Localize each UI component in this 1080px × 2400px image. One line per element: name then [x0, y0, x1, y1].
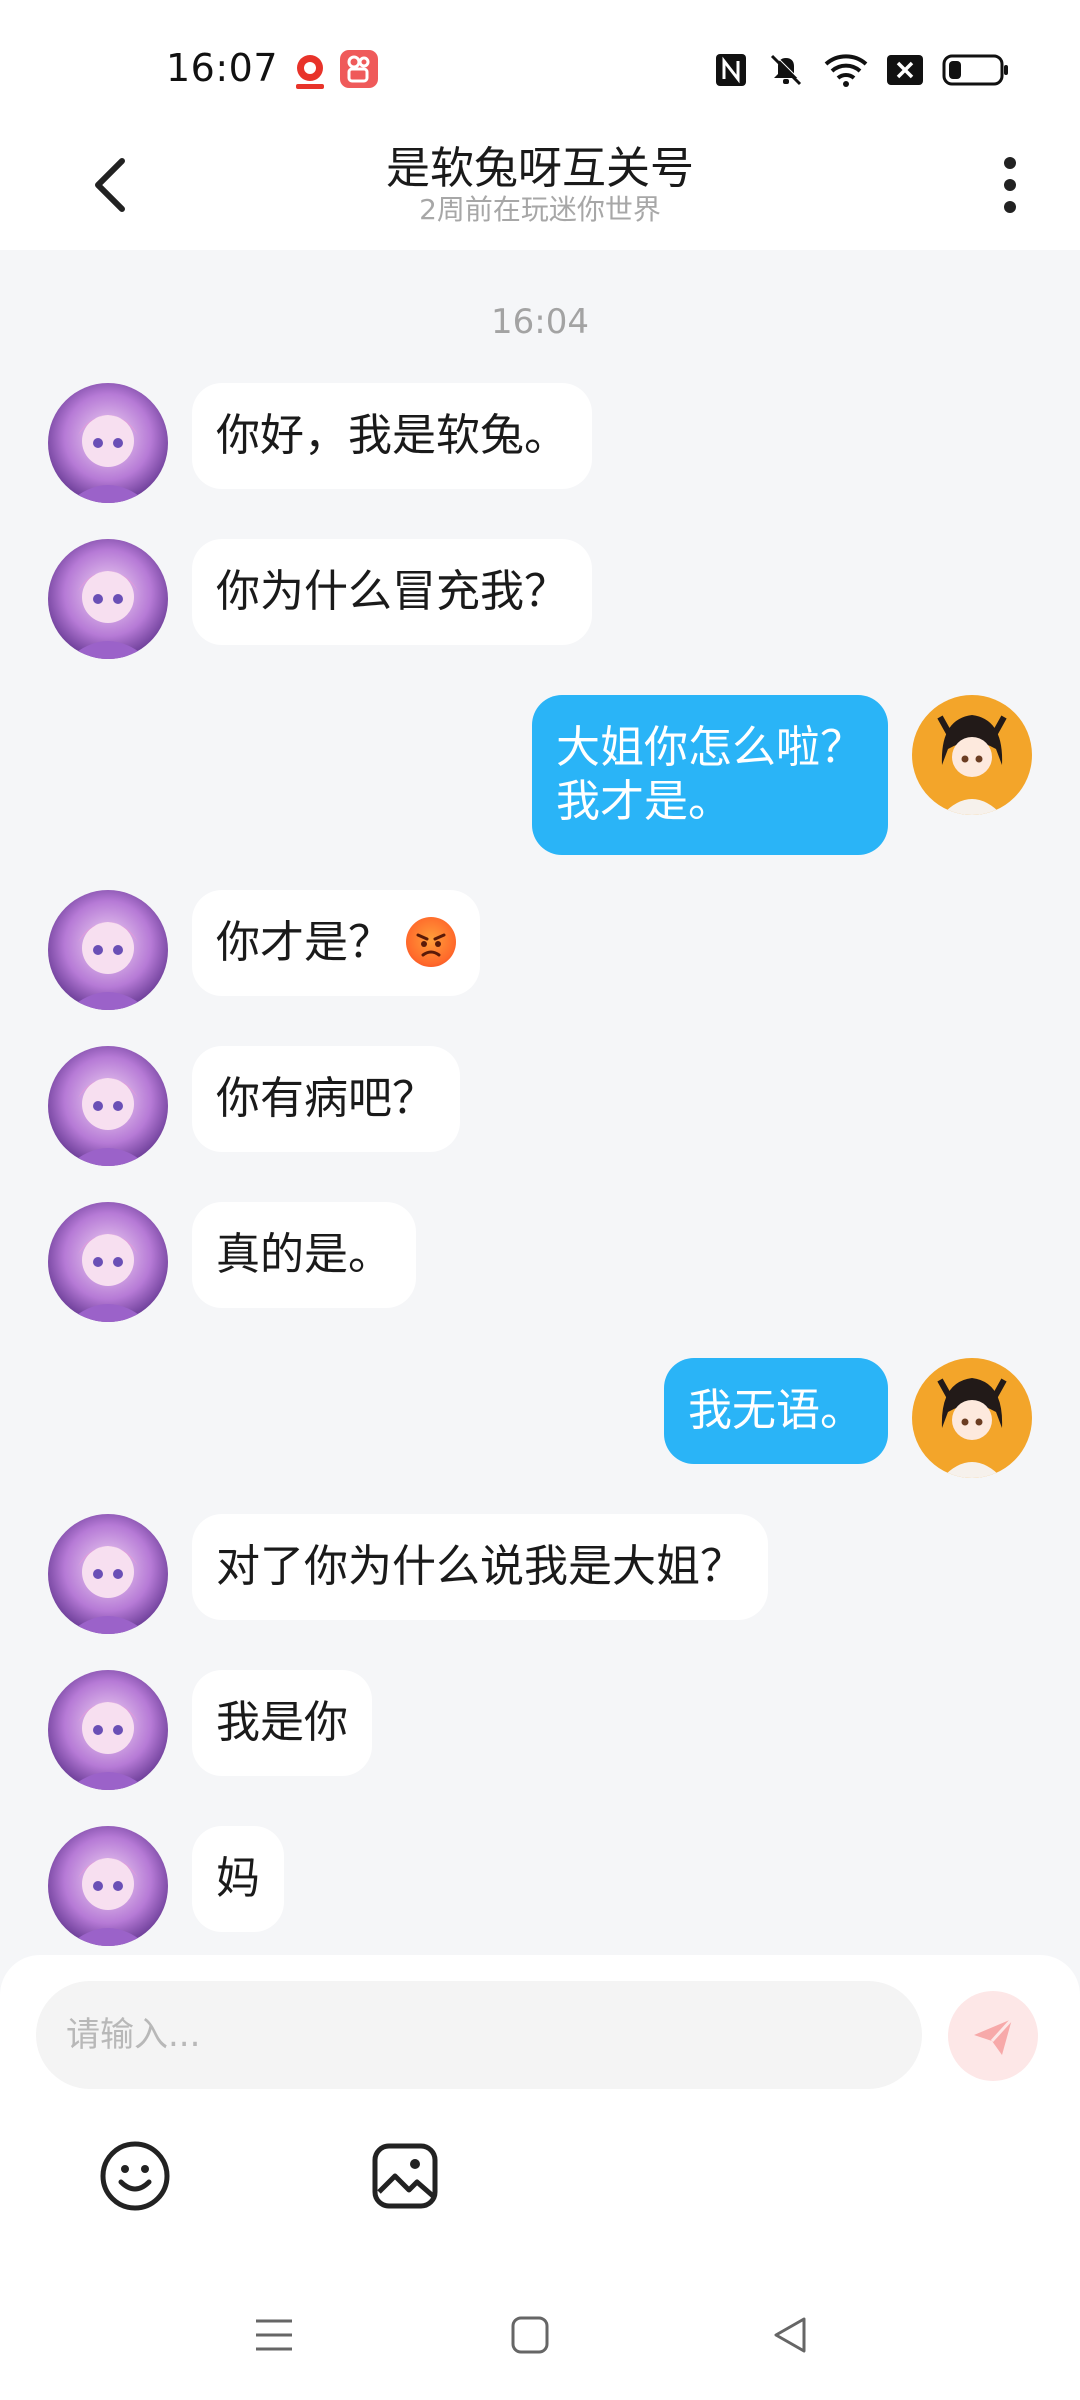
message-text: 对了你为什么说我是大姐？: [216, 1541, 744, 1592]
message-text: 你好，我是软兔。: [216, 410, 568, 461]
contact-avatar[interactable]: [48, 890, 168, 1010]
status-icons: [714, 50, 1010, 90]
send-icon: [974, 2017, 1014, 2055]
message-text: 你为什么冒充我？: [216, 566, 568, 617]
contact-avatar[interactable]: [48, 1202, 168, 1322]
home-icon: [511, 2316, 549, 2354]
status-bar: 16:07: [0, 0, 1080, 120]
contact-avatar[interactable]: [48, 539, 168, 659]
chat-area[interactable]: 16:04 你好，我是软兔。 你为什么冒充我？ 大姐你怎么啦？ 我才是。你才是？ 你有…: [0, 250, 1080, 1960]
send-button[interactable]: [948, 1991, 1038, 2081]
message-timestamp: 16:04: [491, 302, 589, 342]
back-icon: [774, 2317, 806, 2353]
message-text: 你有病吧？: [216, 1073, 436, 1124]
emoji-icon: [100, 2141, 170, 2211]
status-time: 16:07: [166, 46, 279, 90]
nav-back-button[interactable]: [750, 2300, 830, 2370]
nav-home-button[interactable]: [490, 2300, 570, 2370]
kuaishou-app-icon: [340, 50, 378, 88]
received-message-bubble[interactable]: 你为什么冒充我？: [192, 539, 592, 645]
received-message-bubble[interactable]: 妈: [192, 1826, 284, 1932]
my-avatar[interactable]: [912, 1358, 1032, 1478]
app-notification-icon: [296, 55, 324, 89]
nfc-icon: [716, 54, 746, 86]
message-text: 我无语。: [688, 1385, 864, 1436]
contact-status: 2周前在玩迷你世界: [419, 193, 661, 226]
received-message-bubble[interactable]: 对了你为什么说我是大姐？: [192, 1514, 768, 1620]
sent-message-bubble[interactable]: 大姐你怎么啦？ 我才是。: [532, 695, 888, 855]
contact-avatar[interactable]: [48, 1670, 168, 1790]
battery-icon: [942, 54, 1008, 86]
message-input[interactable]: [36, 1981, 856, 2089]
contact-avatar[interactable]: [48, 383, 168, 503]
received-message-bubble[interactable]: 你有病吧？: [192, 1046, 460, 1152]
message-text: 大姐你怎么啦？ 我才是。: [556, 722, 864, 827]
received-message-bubble[interactable]: 我是你: [192, 1670, 372, 1776]
more-options-button[interactable]: [980, 145, 1040, 225]
message-text: 你才是？: [216, 917, 392, 968]
mute-icon: [770, 53, 803, 86]
message-text: 真的是。: [216, 1229, 392, 1280]
sim-blocked-icon: [887, 55, 923, 85]
wifi-icon: [824, 54, 868, 87]
message-input-box[interactable]: [36, 1981, 922, 2089]
message-text: 我是你: [216, 1697, 348, 1748]
nav-menu-button[interactable]: [234, 2300, 314, 2370]
contact-avatar[interactable]: [48, 1046, 168, 1166]
more-vertical-icon: [1004, 157, 1016, 213]
contact-avatar[interactable]: [48, 1826, 168, 1946]
contact-avatar[interactable]: [48, 1514, 168, 1634]
image-button[interactable]: [360, 2131, 450, 2221]
menu-icon: [256, 2319, 292, 2351]
chat-header: 是软兔呀互关号 2周前在玩迷你世界: [0, 120, 1080, 250]
received-message-bubble[interactable]: 真的是。: [192, 1202, 416, 1308]
system-nav-bar: [0, 2280, 1080, 2390]
angry-face-emoji-icon: [406, 917, 456, 967]
message-text: 妈: [216, 1853, 260, 1904]
page-title: 是软兔呀互关号: [386, 143, 694, 194]
received-message-bubble[interactable]: 你好，我是软兔。: [192, 383, 592, 489]
my-avatar[interactable]: [912, 695, 1032, 815]
received-message-bubble[interactable]: 你才是？: [192, 890, 480, 996]
emoji-button[interactable]: [90, 2131, 180, 2221]
sent-message-bubble[interactable]: 我无语。: [664, 1358, 888, 1464]
image-icon: [372, 2143, 438, 2209]
